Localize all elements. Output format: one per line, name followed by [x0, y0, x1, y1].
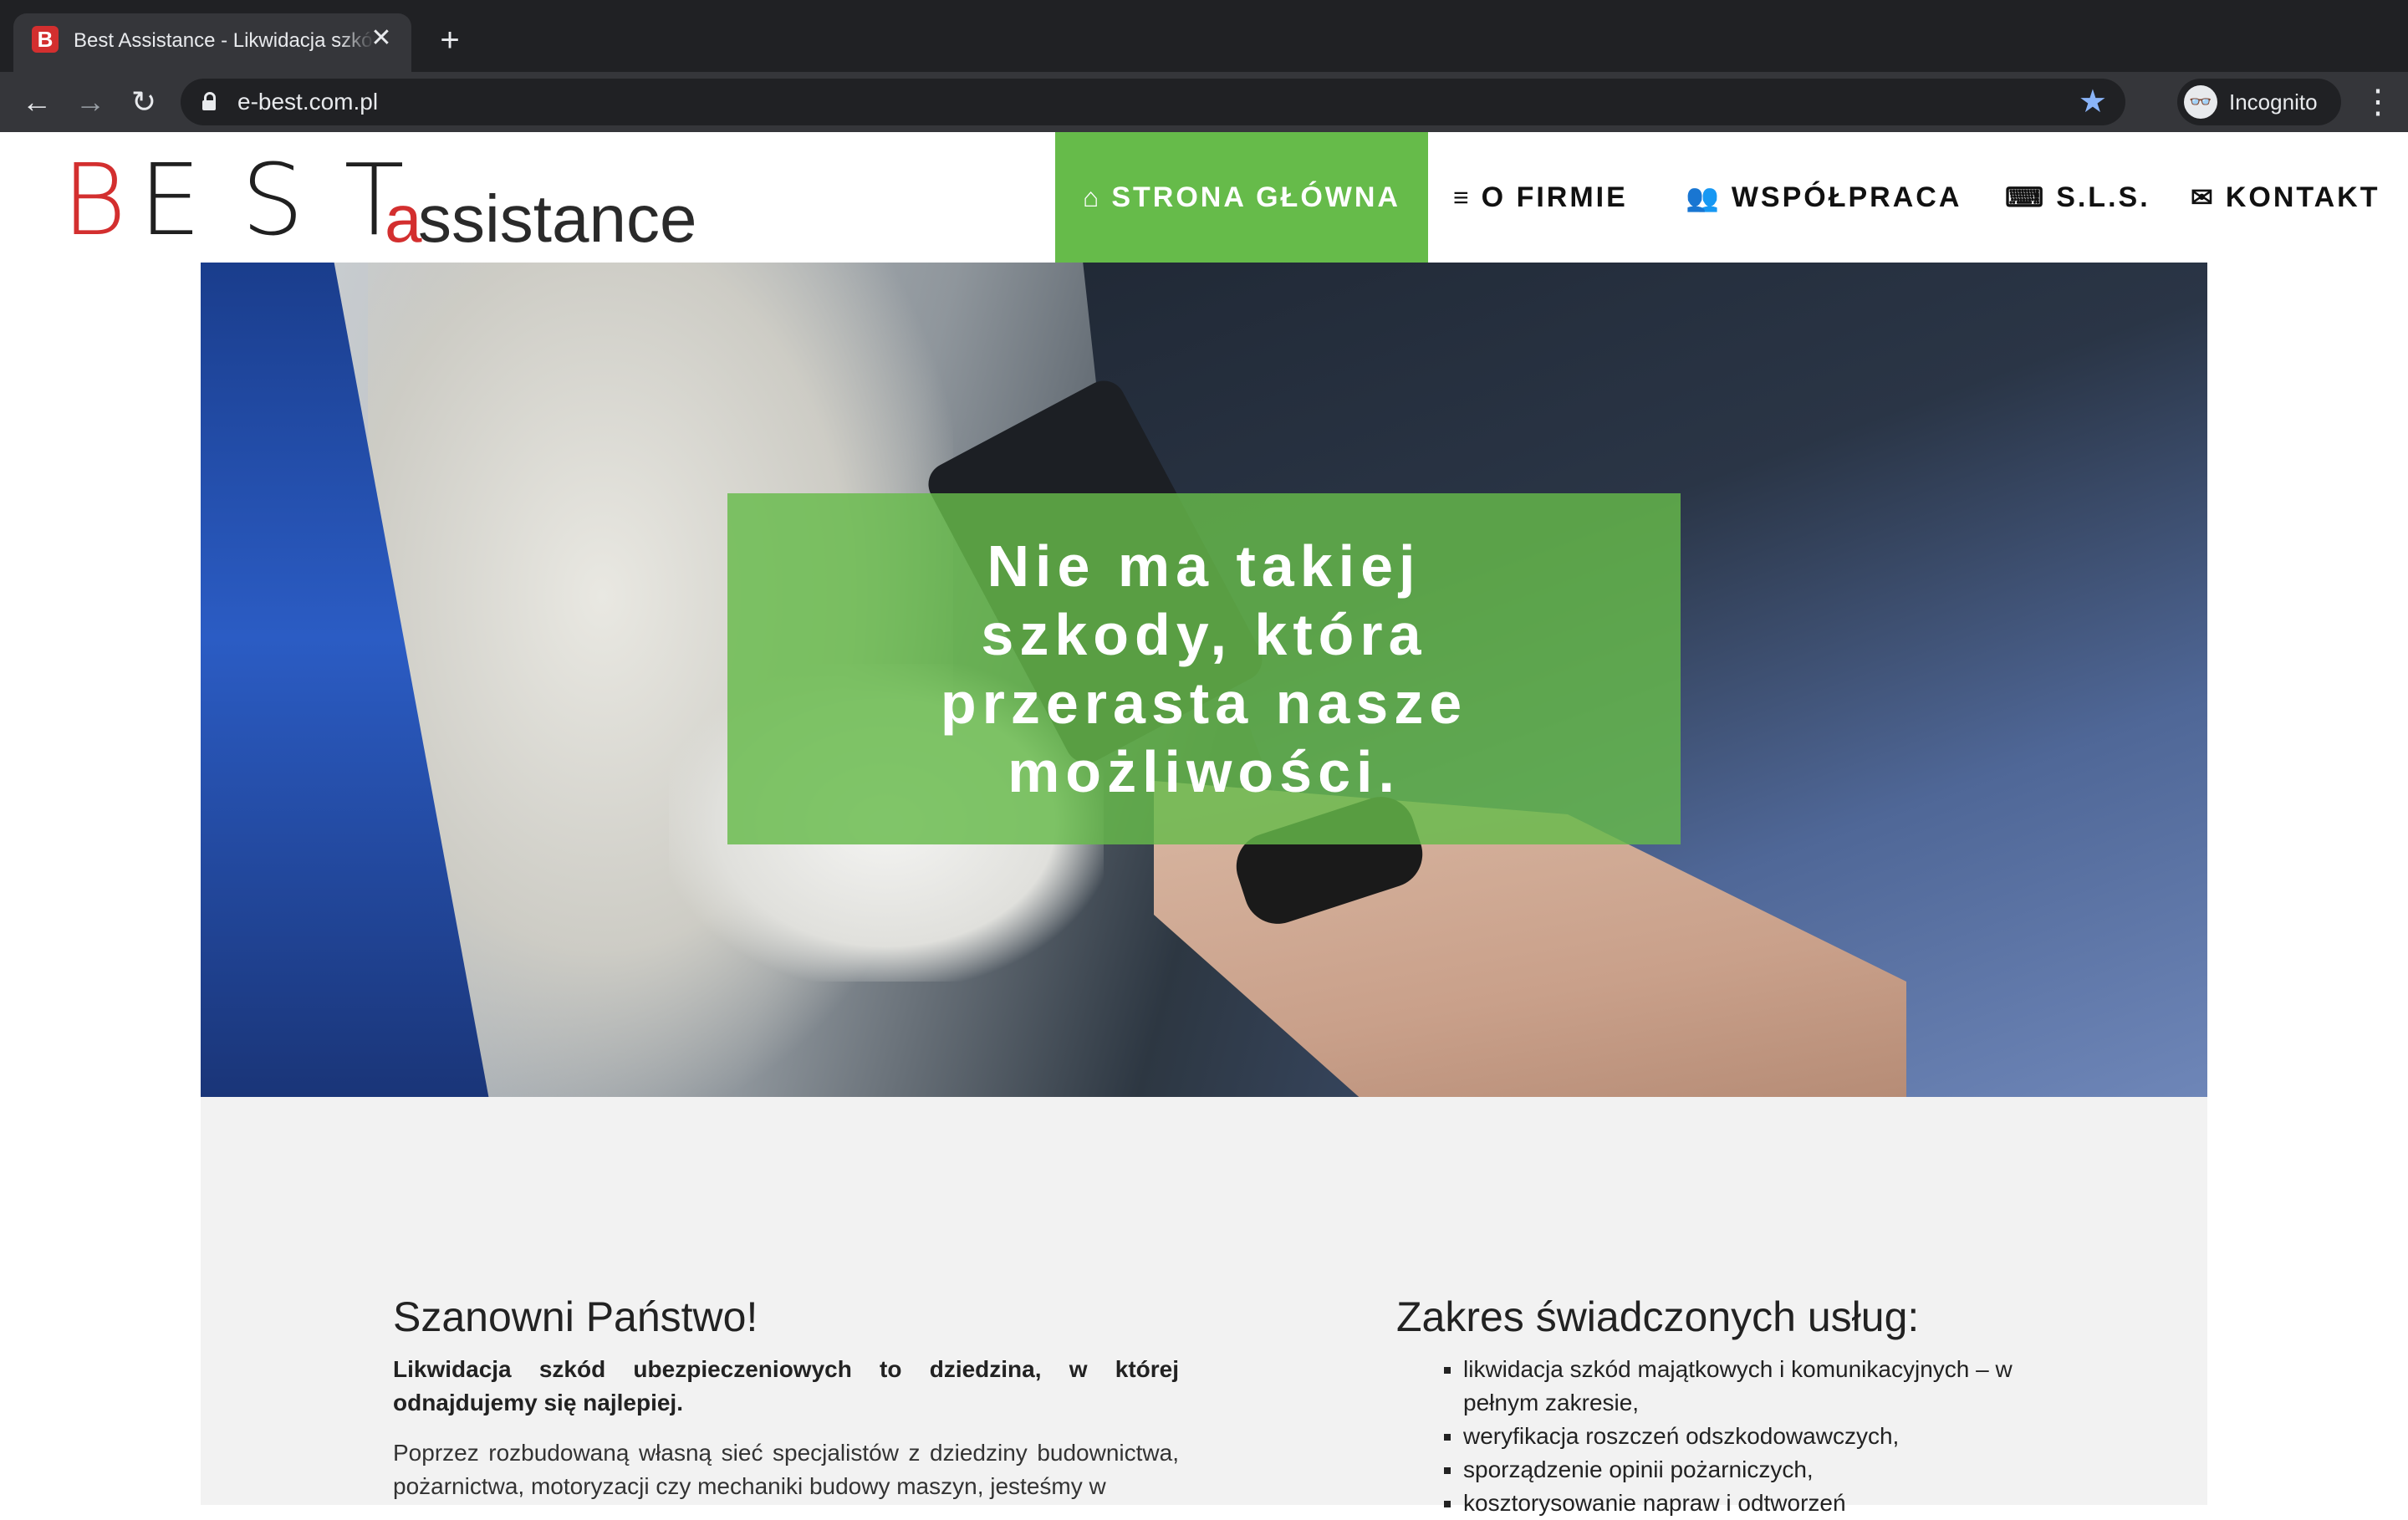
nav-item-home[interactable]: ⌂ STRONA GŁÓWNA: [1055, 132, 1428, 263]
nav-item-sls[interactable]: ⌨ S.L.S.: [2005, 132, 2150, 263]
new-tab-button[interactable]: +: [433, 23, 467, 57]
menu-dots-icon[interactable]: ⋮: [2361, 82, 2395, 122]
lock-icon[interactable]: [202, 92, 216, 110]
intro-lead: Likwidacja szkód ubezpieczeniowych to dz…: [393, 1356, 1179, 1415]
logo-word-rest: ssistance: [418, 181, 697, 256]
forward-arrow-icon[interactable]: →: [72, 84, 109, 120]
envelope-icon: ✉: [2191, 182, 2216, 212]
nav-item-cooperation[interactable]: 👥 WSPÓŁPRACA: [1686, 132, 1962, 263]
hero-slogan-box: Nie ma takiej szkody, która przerasta na…: [727, 493, 1681, 844]
list-item: weryfikacja roszczeń odszkodowawczych,: [1463, 1420, 2065, 1453]
tab-title: Best Assistance - Likwidacja szkód: [74, 29, 375, 52]
logo-letter-a: a: [385, 181, 422, 256]
nav-item-about[interactable]: ≡ O FIRMIE: [1453, 132, 1628, 263]
incognito-badge[interactable]: 👓 Incognito: [2177, 79, 2341, 125]
site-header: B EST a ssistance ⌂ STRONA GŁÓWNA ≡ O FIRM…: [0, 132, 2408, 263]
home-icon: ⌂: [1083, 182, 1102, 212]
users-icon: 👥: [1686, 182, 1722, 212]
intro-column: Szanowni Państwo! Likwidacja szkód ubezp…: [393, 1289, 1179, 1503]
browser-tab[interactable]: B Best Assistance - Likwidacja szkód ✕: [13, 13, 411, 72]
hero-slogan-line: szkody, która: [981, 602, 1427, 667]
close-tab-icon[interactable]: ✕: [366, 23, 396, 54]
hero-slogan-line: Nie ma takiej: [987, 533, 1421, 599]
services-heading: Zakres świadczonych usług:: [1396, 1293, 1920, 1340]
logo-letter-b: B: [62, 142, 127, 258]
favicon-icon: B: [32, 26, 59, 53]
keyboard-icon: ⌨: [2005, 182, 2047, 212]
list-item: kosztorysowanie napraw i odtworzeń: [1463, 1487, 2065, 1520]
star-icon[interactable]: ★: [2079, 84, 2107, 120]
browser-tabstrip: B Best Assistance - Likwidacja szkód ✕ +: [0, 0, 2408, 72]
incognito-label: Incognito: [2229, 89, 2318, 115]
reload-icon[interactable]: ↻: [125, 84, 162, 120]
intro-heading: Szanowni Państwo!: [393, 1293, 758, 1340]
services-list: likwidacja szkód majątkowych i komunikac…: [1396, 1353, 2065, 1520]
url-text[interactable]: e-best.com.pl: [237, 87, 378, 117]
hero-slogan-line: możliwości.: [1008, 739, 1400, 804]
nav-label: S.L.S.: [2056, 181, 2150, 213]
bars-icon: ≡: [1453, 182, 1472, 212]
services-column: Zakres świadczonych usług: likwidacja sz…: [1396, 1289, 2065, 1520]
intro-paragraph: Poprzez rozbudowaną własną sieć specjali…: [393, 1440, 1179, 1499]
browser-toolbar: ← → ↻ e-best.com.pl ★ 👓 Incognito ⋮: [0, 72, 2408, 132]
list-item: likwidacja szkód majątkowych i komunikac…: [1463, 1353, 2065, 1420]
address-bar[interactable]: e-best.com.pl ★: [181, 79, 2125, 125]
content-section: Szanowni Państwo! Likwidacja szkód ubezp…: [201, 1097, 2207, 1516]
hero-slogan: Nie ma takiej szkody, która przerasta na…: [727, 532, 1681, 806]
nav-label: WSPÓŁPRACA: [1731, 181, 1962, 213]
hero-banner: Nie ma takiej szkody, która przerasta na…: [201, 263, 2207, 1097]
nav-label: STRONA GŁÓWNA: [1111, 181, 1400, 213]
hero-slogan-line: przerasta nasze: [940, 671, 1468, 736]
site-logo[interactable]: B EST a ssistance: [62, 142, 697, 258]
incognito-icon: 👓: [2184, 85, 2217, 119]
list-item: sporządzenie opinii pożarniczych,: [1463, 1453, 2065, 1487]
nav-label: O FIRMIE: [1481, 181, 1628, 213]
back-arrow-icon[interactable]: ←: [18, 84, 55, 120]
nav-label: KONTAKT: [2225, 181, 2380, 213]
nav-item-contact[interactable]: ✉ KONTAKT: [2191, 132, 2380, 263]
